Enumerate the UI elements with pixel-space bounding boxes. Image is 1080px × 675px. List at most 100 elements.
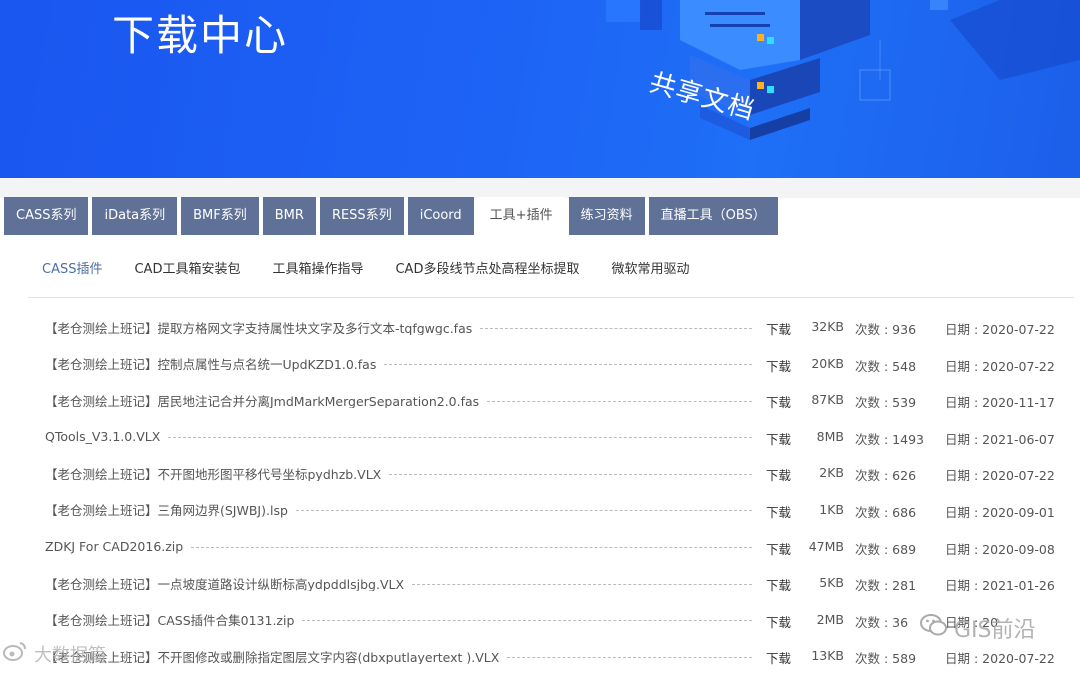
download-link[interactable]: 下载 [766,392,791,411]
download-link[interactable]: 下载 [766,612,791,631]
file-size: 1KB [819,501,844,517]
download-count: 次数 : 689 [855,539,916,558]
count-value: 936 [892,322,917,337]
download-link[interactable]: 下载 [766,539,791,558]
subnav-cass-plugins[interactable]: CASS插件 [42,258,102,277]
tab-bmf[interactable]: BMF系列 [181,197,259,235]
tab-icoord[interactable]: iCoord [407,197,474,235]
subnav-microsoft-drivers[interactable]: 微软常用驱动 [611,258,689,277]
divider [28,297,1074,298]
watermark-left: 大数据篇 [2,640,106,667]
file-size: 13KB [811,648,844,664]
count-label: 次数 : [855,504,893,520]
count-value: 548 [892,358,917,374]
tab-tools-plugins[interactable]: 工具+插件 [477,197,565,235]
download-link[interactable]: 下载 [766,356,791,375]
date-value: 2020-07-22 [982,358,1055,374]
file-name-link[interactable]: 【老仓测绘上班记】CASS插件合集0131.zip [45,612,302,628]
count-label: 次数 : [855,468,893,484]
download-link[interactable]: 下载 [766,319,791,338]
tab-live-tools[interactable]: 直播工具（OBS） [648,197,778,235]
leader-dots [487,400,752,402]
upload-date: 日期 : 2020-07-22 [945,648,1055,667]
file-name-link[interactable]: 【老仓测绘上班记】三角网边界(SJWBJ).lsp [45,502,296,518]
count-value: 36 [892,614,909,630]
download-count: 次数 : 539 [855,392,916,411]
tab-practice[interactable]: 练习资料 [568,197,645,235]
tab-ress[interactable]: RESS系列 [319,197,404,235]
tab-cass[interactable]: CASS系列 [4,197,89,235]
date-label: 日期 : [945,541,983,557]
leader-dots [191,547,752,549]
date-label: 日期 : [945,395,983,411]
date-label: 日期 : [945,651,983,667]
download-list: 【老仓测绘上班记】提取方格网文字支持属性块文字及多行文本-tqfgwgc.fas… [0,308,1080,674]
download-link[interactable]: 下载 [766,575,791,594]
file-size: 5KB [819,575,844,591]
leader-dots [389,473,752,475]
date-value: 2020-09-08 [982,541,1055,557]
file-name-link[interactable]: 【老仓测绘上班记】提取方格网文字支持属性块文字及多行文本-tqfgwgc.fas [45,319,480,336]
wechat-icon [920,613,948,643]
download-link[interactable]: 下载 [766,502,791,521]
leader-dots [412,583,752,585]
sub-navigation: CASS插件 CAD工具箱安装包 工具箱操作指导 CAD多段线节点处高程坐标提取… [30,258,721,277]
subnav-cad-toolbox-installer[interactable]: CAD工具箱安装包 [134,258,240,277]
count-label: 次数 : [855,395,893,411]
list-item: 【老仓测绘上班记】居民地注记合并分离JmdMarkMergerSeparatio… [0,381,1080,418]
count-value: 626 [892,468,917,484]
count-label: 次数 : [855,614,893,630]
count-label: 次数 : [855,322,893,337]
file-size: 32KB [811,319,844,334]
date-label: 日期 : [945,468,983,484]
list-item: 【老仓测绘上班记】一点坡度道路设计纵断标高ydpddlsjbg.VLX 下载 5… [0,564,1080,601]
date-label: 日期 : [945,578,983,594]
date-value: 2021-06-07 [982,431,1055,447]
count-label: 次数 : [855,578,893,594]
file-size: 8MB [816,428,844,444]
file-size: 47MB [808,538,844,554]
count-value: 686 [892,504,917,520]
file-name-link[interactable]: 【老仓测绘上班记】控制点属性与点名统一UpdKZD1.0.fas [45,356,384,372]
file-name-link[interactable]: 【老仓测绘上班记】不开图修改或删除指定图层文字内容(dbxputlayertex… [45,648,507,665]
leader-dots [168,437,752,439]
list-item: 【老仓测绘上班记】控制点属性与点名统一UpdKZD1.0.fas 下载 20KB… [0,345,1080,382]
download-link[interactable]: 下载 [766,648,791,667]
count-value: 1493 [892,431,924,447]
date-value: 2020-11-17 [982,395,1055,411]
download-count: 次数 : 936 [855,319,916,338]
file-size: 2KB [819,465,844,481]
count-label: 次数 : [855,358,893,374]
tab-bmr[interactable]: BMR [262,197,316,235]
file-size: 20KB [811,355,844,371]
date-value: 2020-07-22 [982,322,1055,337]
page-title: 下载中心 [112,11,289,60]
watermark-left-text: 大数据篇 [34,644,106,666]
download-count: 次数 : 36 [855,612,908,631]
subnav-toolbox-guide[interactable]: 工具箱操作指导 [272,258,363,277]
file-name-link[interactable]: 【老仓测绘上班记】居民地注记合并分离JmdMarkMergerSeparatio… [45,392,487,409]
file-name-link[interactable]: 【老仓测绘上班记】一点坡度道路设计纵断标高ydpddlsjbg.VLX [45,575,412,592]
subnav-polyline-elevation[interactable]: CAD多段线节点处高程坐标提取 [395,258,579,277]
leader-dots [480,327,752,329]
download-link[interactable]: 下载 [766,429,791,448]
upload-date: 日期 : 2021-01-26 [945,575,1055,594]
list-item: 【老仓测绘上班记】不开图修改或删除指定图层文字内容(dbxputlayertex… [0,637,1080,674]
count-value: 589 [892,651,917,667]
date-label: 日期 : [945,504,983,520]
download-count: 次数 : 1493 [855,429,924,448]
upload-date: 日期 : 2020-09-01 [945,502,1055,521]
list-item: QTools_V3.1.0.VLX 下载 8MB 次数 : 1493 日期 : … [0,418,1080,455]
banner: 下载中心 共享文档 [0,0,1080,178]
file-name-link[interactable]: 【老仓测绘上班记】不开图地形图平移代号坐标pydhzb.VLX [45,465,389,482]
list-item: 【老仓测绘上班记】CASS插件合集0131.zip 下载 2MB 次数 : 36… [0,601,1080,638]
file-name-link[interactable]: QTools_V3.1.0.VLX [45,429,168,444]
tab-idata[interactable]: iData系列 [92,197,178,235]
count-label: 次数 : [855,541,893,557]
date-label: 日期 : [945,358,983,374]
watermark-right-text: GIS前沿 [954,618,1036,643]
leader-dots [302,620,752,622]
download-link[interactable]: 下载 [766,465,791,484]
file-name-link[interactable]: ZDKJ For CAD2016.zip [45,539,191,554]
download-count: 次数 : 281 [855,575,916,594]
